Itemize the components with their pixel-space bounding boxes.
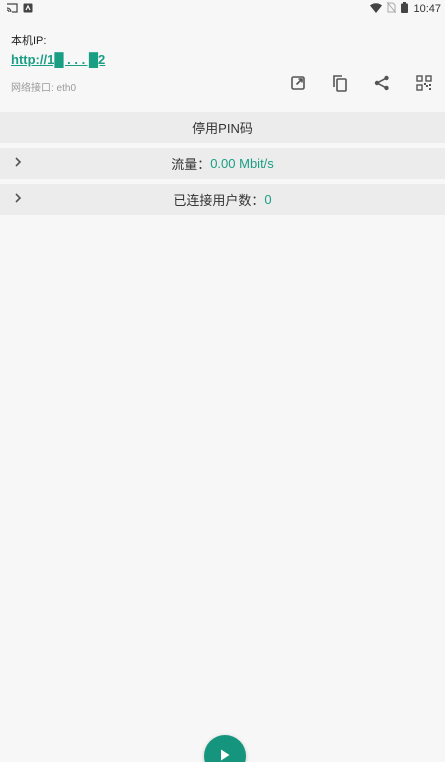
qr-code-icon — [416, 74, 432, 96]
qr-code-button[interactable] — [403, 72, 445, 98]
app-notification-icon — [23, 3, 33, 16]
copy-url-button[interactable] — [319, 72, 361, 98]
battery-icon — [401, 2, 409, 16]
connected-users-value: 0 — [264, 192, 272, 207]
server-url-link[interactable]: http://1█ . . . █2 — [11, 52, 105, 67]
share-icon — [374, 75, 390, 96]
status-left — [6, 2, 33, 16]
no-sim-icon — [387, 1, 397, 16]
connected-users-label: 已连接用户数： — [173, 193, 265, 208]
traffic-value: 0.00 Mbit/s — [210, 156, 274, 171]
cast-icon — [6, 2, 18, 16]
network-interface-label: 网络接口: eth0 — [11, 83, 77, 94]
open-in-browser-button[interactable] — [277, 72, 319, 98]
play-icon — [220, 748, 230, 762]
disable-pin-label: 停用PIN码 — [192, 121, 253, 136]
ip-label: 本机IP: — [11, 35, 47, 47]
action-toolbar — [277, 72, 445, 98]
chevron-right-icon — [14, 156, 22, 171]
connected-users-row[interactable]: 已连接用户数： 0 — [0, 184, 445, 215]
status-right: 10:47 — [370, 1, 441, 16]
server-info: 本机IP: http://1█ . . . █2 网络接口: eth0 — [0, 22, 445, 106]
start-server-button[interactable] — [204, 735, 246, 762]
share-button[interactable] — [361, 72, 403, 98]
wifi-icon — [370, 2, 383, 16]
status-bar: 10:47 — [0, 0, 445, 18]
copy-icon — [332, 74, 348, 97]
open-external-icon — [290, 75, 306, 96]
chevron-right-icon — [14, 192, 22, 207]
disable-pin-button[interactable]: 停用PIN码 — [0, 112, 445, 143]
status-time: 10:47 — [413, 3, 441, 15]
traffic-row[interactable]: 流量： 0.00 Mbit/s — [0, 148, 445, 179]
traffic-label: 流量： — [171, 157, 211, 172]
